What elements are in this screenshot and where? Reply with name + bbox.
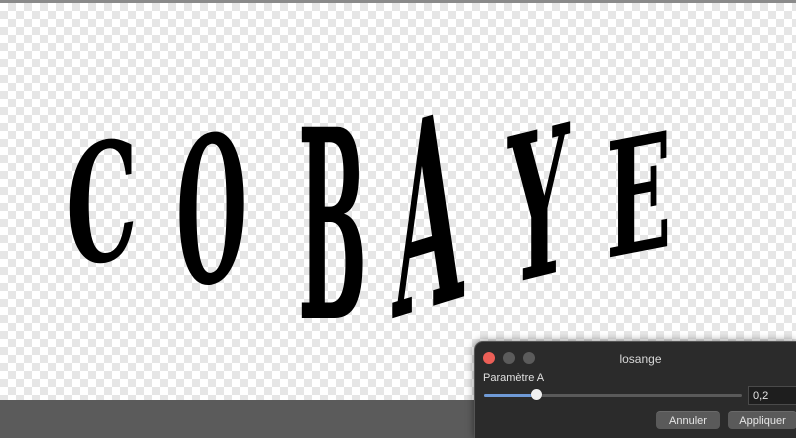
apply-button[interactable]: Appliquer [728, 411, 796, 429]
losange-dialog: losange Paramètre A 0,2 Annuler Applique… [474, 341, 796, 438]
parameter-a-label: Paramètre A [483, 372, 545, 384]
letter-a: A [392, 51, 464, 380]
letter-c: C [66, 103, 138, 308]
cancel-button[interactable]: Annuler [656, 411, 720, 429]
slider-fill [484, 394, 536, 397]
parameter-a-value-field[interactable]: 0,2 [748, 386, 796, 405]
parameter-a-slider[interactable] [484, 394, 742, 397]
letter-y: Y [507, 78, 570, 332]
letter-o: O [176, 87, 247, 336]
letter-e: E [606, 97, 672, 297]
slider-thumb[interactable] [531, 389, 542, 400]
dialog-title: losange [619, 352, 662, 366]
letter-b: B [298, 72, 367, 380]
